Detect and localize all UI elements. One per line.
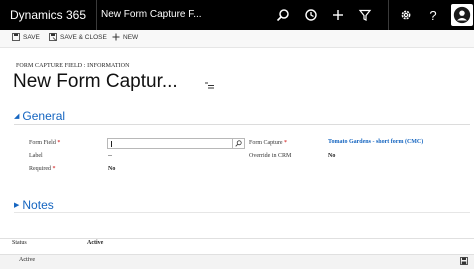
required-marker: *	[52, 166, 56, 172]
required-marker: *	[57, 140, 61, 146]
override-field-label: Override in CRM	[249, 153, 292, 159]
save-icon[interactable]	[460, 257, 468, 265]
required-field-label: Required *	[29, 166, 56, 172]
form-capture-link[interactable]: Tomato Gardens - short form (CMC)	[328, 139, 423, 145]
status-footer	[0, 238, 474, 255]
plus-icon	[112, 33, 120, 41]
svg-text:?: ?	[429, 8, 436, 22]
nav-divider	[96, 0, 97, 30]
section-divider	[14, 212, 470, 213]
status-label: Status	[12, 240, 27, 246]
save-icon	[12, 33, 20, 41]
new-button[interactable]: NEW	[112, 33, 138, 41]
save-label: SAVE	[23, 33, 40, 41]
label-field-label: Label	[29, 153, 43, 159]
entity-form-label: FORM CAPTURE FIELD : INFORMATION	[16, 63, 130, 69]
save-close-label: SAVE & CLOSE	[60, 33, 107, 41]
app-brand[interactable]: Dynamics 365	[10, 8, 86, 22]
section-notes-title: Notes	[22, 198, 54, 212]
top-nav-bar: Dynamics 365 New Form Capture F... ?	[0, 0, 474, 30]
required-marker: *	[284, 140, 287, 146]
state-bar	[0, 254, 474, 269]
command-bar: SAVE SAVE & CLOSE NEW	[0, 30, 474, 48]
record-title-breadcrumb[interactable]: New Form Capture F...	[101, 9, 202, 20]
label-field-value[interactable]: --	[108, 153, 112, 159]
record-state: Active	[19, 257, 35, 263]
page-title: New Form Captur...	[13, 71, 178, 92]
filter-icon[interactable]	[358, 8, 372, 22]
chevron-right-icon: ▶	[14, 202, 20, 209]
new-label: NEW	[123, 33, 139, 41]
plus-icon[interactable]	[331, 8, 345, 22]
form-field-lookup-input[interactable]	[107, 138, 245, 149]
section-notes-header[interactable]: ▶ Notes	[14, 198, 54, 212]
help-icon[interactable]: ?	[426, 8, 440, 22]
save-close-icon	[49, 33, 57, 41]
save-close-button[interactable]: SAVE & CLOSE	[49, 33, 107, 41]
chevron-down-icon: ◢	[14, 113, 20, 120]
section-general-header[interactable]: ◢ General	[14, 109, 65, 123]
form-field-label: Form Field *	[29, 140, 61, 146]
text-cursor	[111, 141, 112, 147]
save-button[interactable]: SAVE	[12, 33, 40, 41]
history-icon[interactable]	[304, 8, 318, 22]
form-capture-field-label: Form Capture *	[249, 140, 287, 146]
override-field-value[interactable]: No	[328, 153, 335, 159]
required-field-value[interactable]: No	[108, 166, 115, 172]
search-icon	[235, 140, 242, 147]
form-selector-icon[interactable]	[205, 82, 215, 90]
section-divider	[14, 124, 470, 125]
gear-icon[interactable]	[399, 8, 413, 22]
lookup-search-button[interactable]	[232, 139, 244, 148]
nav-divider	[388, 0, 389, 30]
section-general-title: General	[22, 109, 66, 123]
status-value: Active	[87, 240, 104, 246]
search-icon[interactable]	[276, 8, 290, 22]
user-avatar-icon[interactable]	[451, 4, 473, 26]
